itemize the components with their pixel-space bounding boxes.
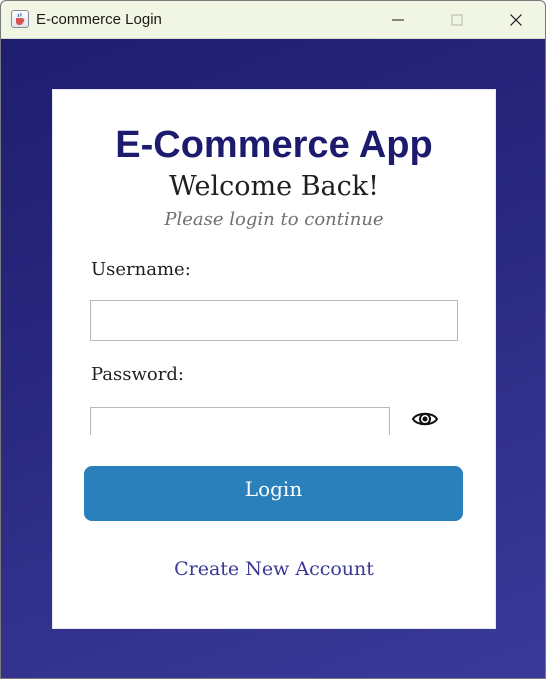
create-account-link[interactable]: Create New Account [53, 556, 495, 582]
login-subtitle: Please login to continue [164, 209, 384, 230]
eye-icon [411, 412, 439, 426]
show-password-toggle[interactable] [411, 407, 439, 431]
title-bar[interactable]: E-commerce Login [1, 1, 545, 39]
username-label: Username: [91, 259, 191, 280]
minimize-button[interactable] [369, 1, 427, 38]
welcome-heading: Welcome Back! [169, 171, 379, 202]
app-title: E-Commerce App [115, 124, 433, 166]
window-content: E-Commerce App Welcome Back! Please logi… [1, 39, 545, 678]
username-input[interactable] [90, 300, 458, 341]
window-title: E-commerce Login [36, 11, 162, 28]
password-input[interactable] [90, 407, 390, 435]
password-label: Password: [91, 364, 184, 385]
java-cup-icon [11, 10, 29, 28]
close-icon [510, 14, 522, 26]
login-card: E-Commerce App Welcome Back! Please logi… [52, 89, 496, 629]
maximize-icon [451, 14, 463, 26]
close-button[interactable] [487, 1, 545, 38]
minimize-icon [392, 19, 404, 21]
maximize-button[interactable] [428, 1, 486, 38]
login-button[interactable]: Login [84, 466, 463, 521]
login-window: E-commerce Login E-Commerce App Welcome … [0, 0, 546, 679]
